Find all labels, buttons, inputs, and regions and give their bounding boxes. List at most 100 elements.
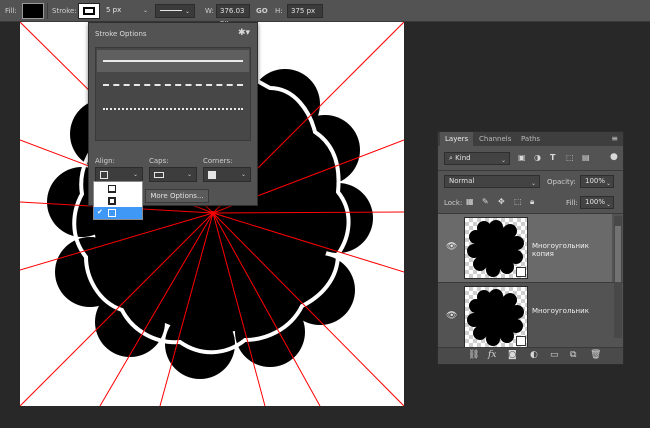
corner-icon — [208, 171, 216, 179]
lock-all-icon[interactable]: 🔒︎ — [530, 197, 534, 207]
preset-dashed[interactable] — [97, 74, 249, 96]
stroke-options-panel: Stroke Options ✱▾ Align: Caps: Corners: … — [88, 22, 258, 206]
folder-icon[interactable]: ▭ — [550, 350, 559, 360]
stroke-line-icon — [160, 10, 182, 11]
height-value: 375 px — [291, 7, 316, 15]
layer-name[interactable]: Многоугольник — [532, 307, 589, 315]
eye-icon[interactable]: 👁︎ — [446, 242, 457, 252]
align-outside-icon — [108, 209, 116, 217]
link-dimensions-icon[interactable]: GO — [256, 0, 268, 22]
chevron-down-icon: ⌄ — [605, 201, 611, 208]
blend-mode-dropdown[interactable]: Normal ⌄ — [444, 175, 540, 188]
gear-icon[interactable]: ✱▾ — [238, 28, 250, 38]
divider — [438, 170, 623, 171]
stroke-swatch[interactable] — [78, 3, 100, 19]
height-label: H: — [275, 7, 283, 15]
preset-dotted[interactable] — [97, 98, 249, 120]
tab-channels[interactable]: Channels — [474, 132, 516, 146]
layers-panel: Layers Channels Paths ≡ ⌕ Kind ⌄ ▣ ◑ T ⬚… — [437, 131, 624, 365]
dashed-line-icon — [103, 84, 243, 86]
pixel-filter-icon[interactable]: ▣ — [518, 153, 526, 162]
fill-value: 100% — [585, 198, 606, 206]
corners-label: Corners: — [203, 157, 233, 165]
stroke-swatch-icon — [83, 7, 95, 15]
divider — [47, 3, 48, 19]
filter-kind-dropdown[interactable]: ⌕ Kind ⌄ — [444, 152, 510, 165]
lock-transparent-icon[interactable]: ▦ — [466, 197, 474, 206]
fill-label: Fill: — [566, 199, 578, 207]
fill-field[interactable]: 100% ⌄ — [580, 196, 614, 209]
shape-layer-icon — [516, 336, 526, 346]
align-inside-icon — [108, 185, 116, 193]
link-icon[interactable]: ⛓︎ — [468, 350, 479, 360]
fx-icon[interactable]: fx — [488, 350, 496, 360]
opacity-field[interactable]: 100% ⌄ — [580, 175, 614, 188]
layers-scrollbar[interactable] — [614, 216, 622, 338]
stroke-preset-list — [95, 47, 251, 141]
chevron-down-icon: ⌄ — [240, 171, 246, 178]
chevron-down-icon: ⌄ — [605, 180, 611, 187]
stroke-label: Stroke: — [52, 7, 77, 15]
stroke-type-dropdown[interactable]: ⌄ — [155, 4, 195, 18]
adjustment-filter-icon[interactable]: ◑ — [534, 153, 541, 162]
eye-icon[interactable]: 👁︎ — [446, 311, 457, 321]
solid-line-icon — [103, 60, 243, 62]
layers-bottom-bar: ⛓︎ fx ◙ ◐ ▭ ⧉ 🗑︎ — [438, 347, 623, 364]
caps-dropdown[interactable]: ⌄ — [149, 167, 197, 182]
stroke-width-value: 5 px — [106, 6, 122, 14]
corners-dropdown[interactable]: ⌄ — [203, 167, 251, 182]
layer-thumbnail — [464, 217, 528, 279]
options-bar: Fill: Stroke: 5 px ⌄ ⌄ W: 376.03 px GO H… — [0, 0, 650, 27]
align-center-icon — [108, 197, 116, 205]
filter-toggle-icon[interactable]: ● — [610, 152, 618, 162]
cap-icon — [154, 172, 164, 178]
width-label: W: — [205, 7, 214, 15]
chevron-down-icon[interactable]: ⌄ — [143, 7, 148, 14]
chevron-down-icon: ⌄ — [185, 8, 191, 15]
layer-row[interactable]: 👁︎ Многоугольник копия — [438, 214, 612, 282]
type-filter-icon[interactable]: T — [550, 153, 555, 162]
dotted-line-icon — [103, 108, 243, 110]
panel-tabs: Layers Channels Paths ≡ — [438, 132, 623, 146]
opacity-value: 100% — [585, 177, 606, 185]
layer-thumbnail — [464, 286, 528, 348]
shape-layer-icon — [516, 267, 526, 277]
chevron-down-icon: ⌄ — [132, 171, 138, 178]
lock-label: Lock: — [444, 199, 463, 207]
align-menu: ✔ — [93, 181, 143, 220]
smart-object-filter-icon[interactable]: ▤ — [582, 153, 590, 162]
caps-label: Caps: — [149, 157, 169, 165]
tab-layers[interactable]: Layers — [440, 132, 474, 146]
lock-pixels-icon[interactable]: ✎ — [482, 197, 489, 206]
lock-position-icon[interactable]: ✥ — [498, 197, 505, 206]
layer-row[interactable]: 👁︎ Многоугольник — [438, 283, 612, 351]
scrollbar-thumb[interactable] — [615, 226, 621, 282]
align-center-option[interactable] — [94, 195, 142, 207]
lock-artboard-icon[interactable]: ⬚ — [514, 197, 522, 206]
align-inside-option[interactable] — [94, 183, 142, 195]
new-layer-icon[interactable]: ⧉ — [570, 350, 576, 360]
layer-name[interactable]: Многоугольник копия — [532, 242, 612, 258]
width-field[interactable]: 376.03 px — [216, 4, 250, 27]
chevron-down-icon: ⌄ — [500, 157, 506, 164]
panel-menu-icon[interactable]: ≡ — [611, 134, 618, 143]
preset-solid[interactable] — [97, 50, 249, 72]
shape-filter-icon[interactable]: ⬚ — [566, 153, 574, 162]
fill-swatch[interactable] — [22, 3, 44, 19]
height-field[interactable]: 375 px — [287, 4, 323, 18]
mask-icon[interactable]: ◙ — [508, 350, 517, 360]
fill-label: Fill: — [5, 7, 17, 15]
blend-mode-value: Normal — [449, 177, 475, 185]
stroke-options-title: Stroke Options — [95, 30, 147, 38]
chevron-down-icon: ⌄ — [186, 171, 192, 178]
tab-paths[interactable]: Paths — [516, 132, 545, 146]
trash-icon[interactable]: 🗑︎ — [590, 350, 601, 360]
align-dropdown[interactable]: ⌄ — [95, 167, 143, 182]
align-outside-option[interactable]: ✔ — [94, 207, 142, 219]
filter-kind-value: Kind — [455, 154, 471, 162]
align-label: Align: — [95, 157, 115, 165]
adjustment-icon[interactable]: ◐ — [530, 350, 538, 360]
checkmark-icon: ✔ — [97, 208, 103, 216]
more-options-button[interactable]: More Options... — [145, 189, 209, 203]
chevron-down-icon: ⌄ — [530, 180, 536, 187]
